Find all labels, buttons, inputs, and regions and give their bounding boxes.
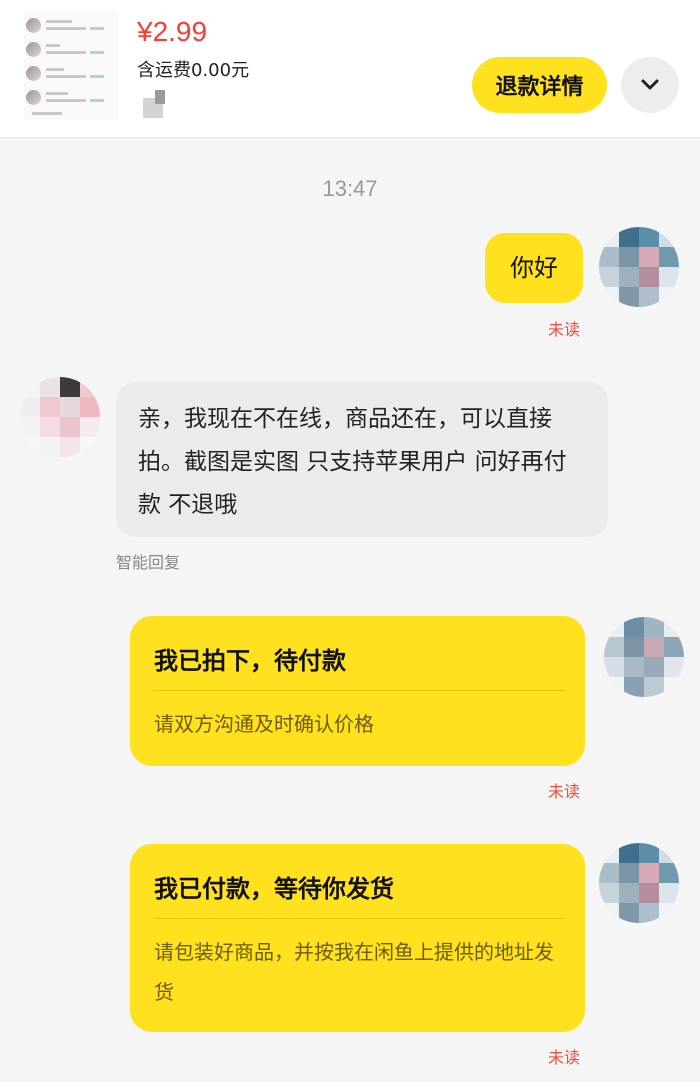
seller-avatar[interactable] [20, 377, 100, 457]
card-divider [154, 918, 565, 919]
card-description: 请包装好商品，并按我在闲鱼上提供的地址发货 [154, 940, 554, 1004]
expand-button[interactable] [621, 57, 679, 113]
card-title: 我已付款，等待你发货 [154, 875, 394, 903]
card-description: 请双方沟通及时确认价格 [154, 712, 374, 736]
order-placed-card[interactable]: 我已拍下，待付款 请双方沟通及时确认价格 [130, 616, 585, 766]
auto-reply-label: 智能回复 [116, 553, 181, 572]
received-message-bubble[interactable]: 亲，我现在不在线，商品还在，可以直接拍。截图是实图 只支持苹果用户 问好再付款 … [116, 382, 608, 537]
shipping-fee: 含运费0.00元 [137, 60, 250, 81]
pixelated-mark [155, 90, 165, 104]
payment-made-card[interactable]: 我已付款，等待你发货 请包装好商品，并按我在闲鱼上提供的地址发货 [130, 844, 585, 1032]
refund-details-button[interactable]: 退款详情 [472, 57, 607, 113]
chevron-down-icon [641, 79, 659, 90]
unread-status: 未读 [548, 320, 581, 339]
product-thumbnail[interactable] [24, 12, 119, 120]
chat-timestamp: 13:47 [322, 176, 378, 201]
card-title: 我已拍下，待付款 [154, 647, 346, 675]
my-avatar[interactable] [604, 617, 684, 697]
card-divider [154, 690, 565, 691]
my-avatar[interactable] [599, 227, 679, 307]
unread-status: 未读 [548, 1048, 581, 1067]
unread-status: 未读 [548, 782, 581, 801]
my-avatar[interactable] [599, 843, 679, 923]
sent-message-bubble[interactable]: 你好 [485, 233, 583, 303]
order-header: ¥2.99 含运费0.00元 退款详情 [0, 0, 700, 138]
order-price: ¥2.99 [137, 16, 208, 47]
